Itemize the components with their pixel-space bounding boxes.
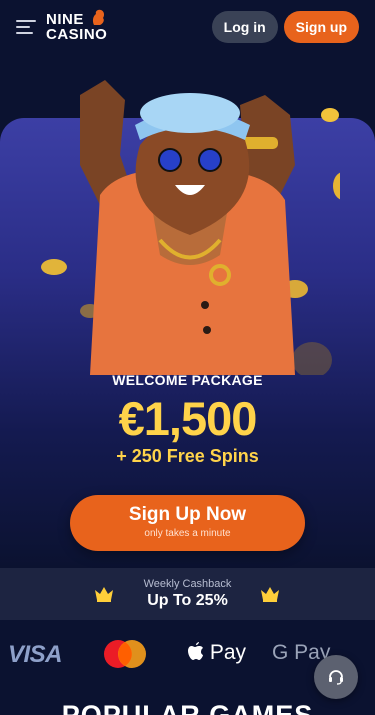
cta-subtitle: only takes a minute	[144, 528, 231, 539]
casino-logo[interactable]: NINE CASINO	[46, 9, 108, 43]
section-title: POPULAR GAMES	[61, 700, 314, 715]
cashback-banner: Weekly Cashback Up To 25%	[0, 568, 375, 620]
top-header: NINE CASINO Log in Sign up	[0, 0, 375, 54]
cashback-text: Weekly Cashback Up To 25%	[144, 578, 232, 610]
cashback-label: Weekly Cashback	[143, 578, 232, 590]
login-button[interactable]: Log in	[211, 11, 278, 43]
welcome-promo: WELCOME PACKAGE €1,500 + 250 Free Spins	[0, 372, 375, 467]
lion-logo-icon	[92, 9, 105, 25]
cashback-value: Up To 25%	[147, 592, 228, 609]
signup-now-button[interactable]: Sign Up Now only takes a minute	[70, 495, 305, 551]
promo-amount: €1,500	[118, 392, 258, 445]
promo-free-spins: + 250 Free Spins	[116, 446, 259, 466]
cta-title: Sign Up Now	[128, 504, 247, 525]
crown-icon	[261, 587, 279, 602]
visa-logo: VISA	[8, 641, 63, 668]
mastercard-icon	[104, 640, 146, 668]
apple-pay-logo: Pay	[188, 641, 246, 665]
crown-icon	[95, 587, 113, 602]
header-actions: Log in Sign up	[211, 11, 359, 43]
lion-mascot-illustration	[41, 80, 340, 375]
apple-pay-text: Pay	[209, 641, 247, 664]
support-chat-button[interactable]	[314, 655, 358, 699]
logo-line2: CASINO	[46, 26, 108, 43]
apple-icon	[188, 642, 203, 660]
support-headset-icon	[329, 670, 343, 685]
menu-icon[interactable]	[16, 20, 36, 34]
signup-button[interactable]: Sign up	[283, 11, 359, 43]
promo-label: WELCOME PACKAGE	[112, 372, 263, 388]
